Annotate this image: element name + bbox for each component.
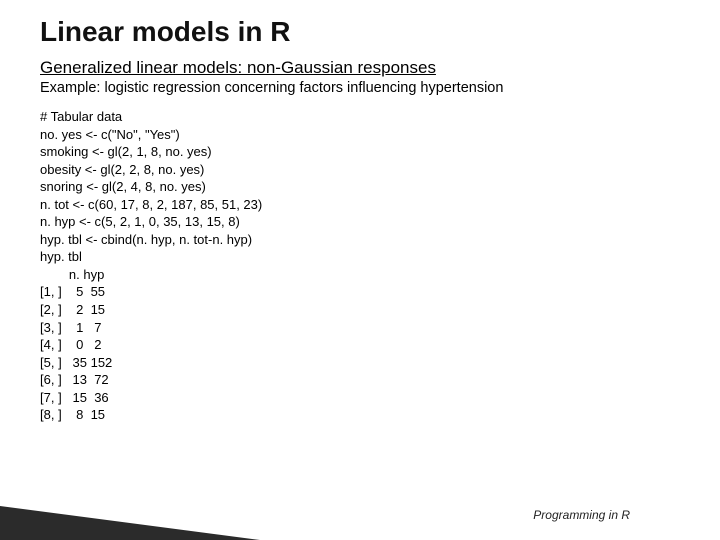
footer-text: Programming in R xyxy=(533,508,630,522)
example-line: Example: logistic regression concerning … xyxy=(40,80,720,96)
decorative-wedge xyxy=(0,506,260,540)
page-title: Linear models in R xyxy=(40,16,720,48)
section-subtitle: Generalized linear models: non-Gaussian … xyxy=(40,58,720,78)
code-block: # Tabular data no. yes <- c("No", "Yes")… xyxy=(40,108,720,424)
slide: Linear models in R Generalized linear mo… xyxy=(0,0,720,540)
